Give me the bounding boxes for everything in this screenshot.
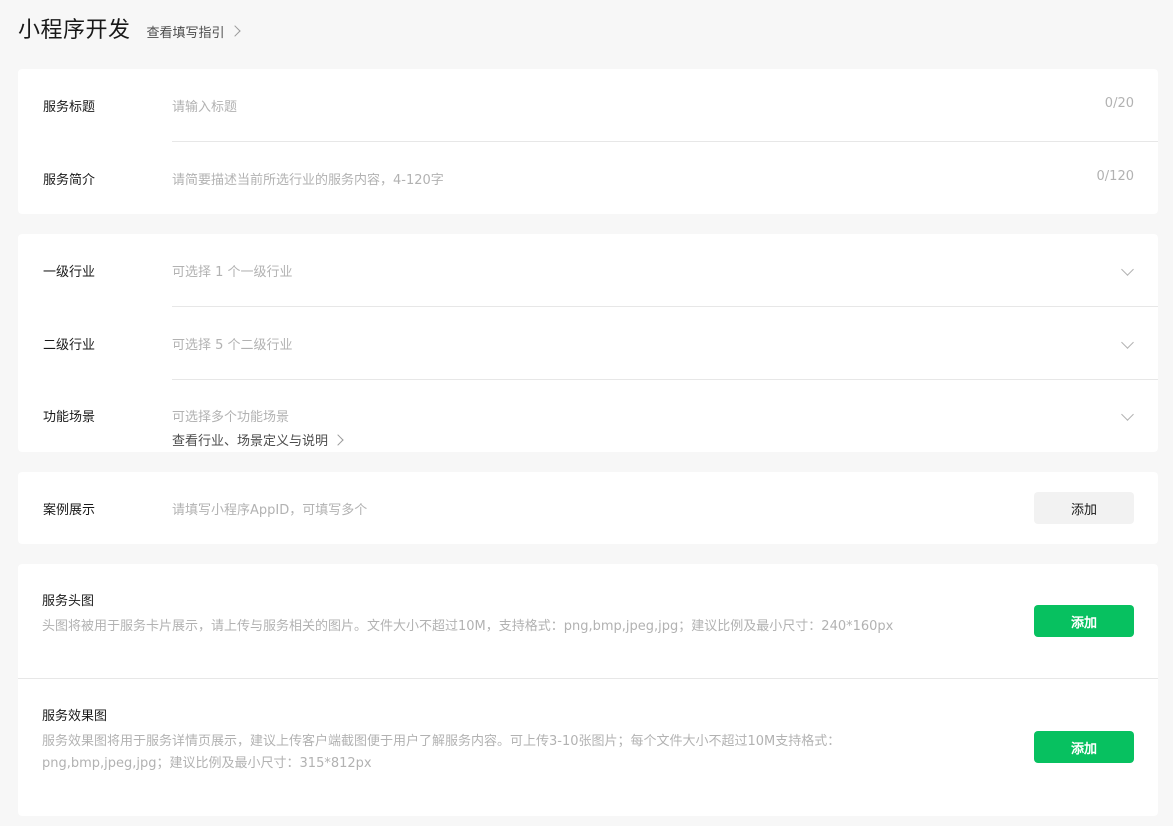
add-effect-image-button[interactable]: 添加 [1034,731,1134,763]
function-scene-label: 功能场景 [43,410,96,425]
function-scene-select[interactable]: 可选择多个功能场景 [172,406,1112,425]
service-effect-image-desc-line2: png,bmp,jpeg,jpg；建议比例及最小尺寸：315*812px [42,756,372,771]
service-intro-label: 服务简介 [43,173,96,188]
service-intro-input[interactable]: 请简要描述当前所选行业的服务内容，4-120字 [172,169,1022,188]
add-case-button[interactable]: 添加 [1034,492,1134,524]
service-images-card: 服务头图 头图将被用于服务卡片展示，请上传与服务相关的图片。文件大小不超过10M… [18,564,1158,816]
chevron-down-icon[interactable] [1121,336,1134,349]
service-title-input[interactable]: 请输入标题 [172,96,1022,115]
service-intro-counter: 0/120 [1096,169,1134,184]
divider [172,306,1158,307]
appid-input[interactable]: 请填写小程序AppID，可填写多个 [172,499,1012,518]
divider [172,379,1158,380]
service-head-image-title: 服务头图 [42,594,95,609]
level2-industry-label: 二级行业 [43,338,96,353]
service-effect-image-desc-line1: 服务效果图将用于服务详情页展示，建议上传客户端截图便于用户了解服务内容。可上传3… [42,734,841,749]
case-showcase-label: 案例展示 [43,503,96,518]
divider [18,678,1158,679]
service-head-image-desc: 头图将被用于服务卡片展示，请上传与服务相关的图片。文件大小不超过10M，支持格式… [42,619,894,634]
divider [172,141,1158,142]
service-effect-image-title: 服务效果图 [42,709,108,724]
chevron-down-icon[interactable] [1121,263,1134,276]
page-header: 小程序开发 查看填写指引 [18,12,241,44]
definition-link[interactable]: 查看行业、场景定义与说明 [172,430,344,449]
definition-link-label: 查看行业、场景定义与说明 [172,434,329,449]
case-showcase-card: 案例展示 请填写小程序AppID，可填写多个 添加 [18,472,1158,544]
chevron-right-icon [332,433,344,446]
guide-link[interactable]: 查看填写指引 [146,22,241,41]
service-title-label: 服务标题 [43,100,96,115]
page-title: 小程序开发 [18,18,131,43]
service-info-card: 服务标题 请输入标题 0/20 服务简介 请简要描述当前所选行业的服务内容，4-… [18,69,1158,214]
level2-industry-select[interactable]: 可选择 5 个二级行业 [172,334,1112,353]
service-title-counter: 0/20 [1104,96,1134,111]
industry-card: 一级行业 可选择 1 个一级行业 二级行业 可选择 5 个二级行业 功能场景 可… [18,234,1158,452]
chevron-down-icon[interactable] [1121,408,1134,421]
guide-link-label: 查看填写指引 [146,25,225,41]
chevron-right-icon [228,25,241,37]
level1-industry-label: 一级行业 [43,265,96,280]
level1-industry-select[interactable]: 可选择 1 个一级行业 [172,261,1112,280]
add-head-image-button[interactable]: 添加 [1034,605,1134,637]
